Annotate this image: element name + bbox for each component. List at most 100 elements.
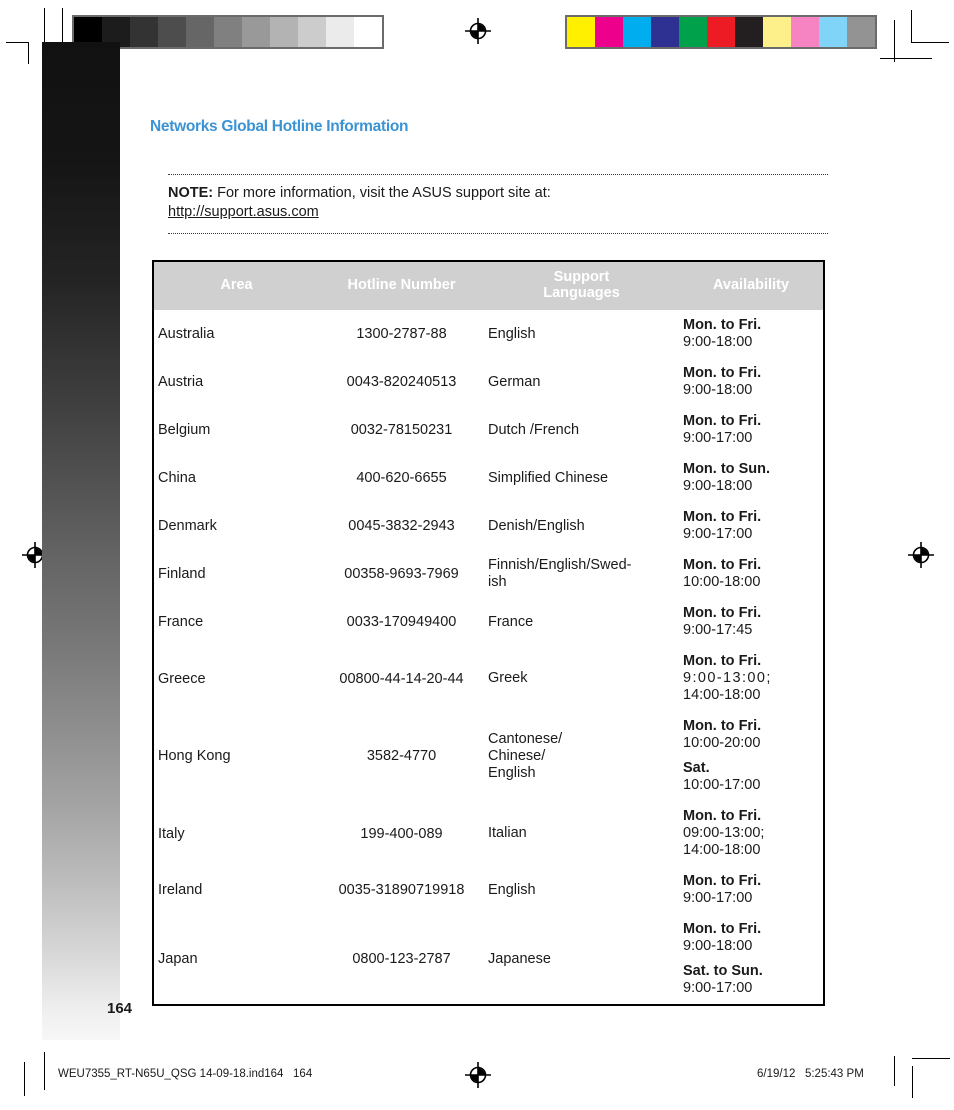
column-header-availability: Availability: [679, 262, 823, 310]
note-label: NOTE:: [168, 185, 214, 201]
table-row: Hong Kong 3582-4770 Cantonese/Chinese/Engl…: [154, 711, 823, 801]
table-row: Australia 1300-2787-88 English Mon. to Fri.…: [154, 310, 823, 358]
registration-mark-bottom: [465, 1062, 491, 1088]
grayscale-swatch-3: [158, 17, 186, 47]
color-swatch-6: [735, 17, 763, 47]
cell-availability: Mon. to Fri. 9:00-17:00: [679, 866, 823, 914]
page-number: 164: [107, 1000, 133, 1017]
cell-hotline-number: 0045-3832-2943: [348, 518, 455, 534]
cell-hotline-number: 0043-820240513: [346, 374, 457, 390]
language-line: Italian: [488, 825, 527, 841]
hotline-table-container: Area Hotline Number Support Languages Av…: [152, 260, 825, 1006]
cell-area: Belgium: [158, 422, 211, 438]
cell-support-languages: Denish/English: [484, 502, 679, 550]
availability-hours: 9:00-18:00: [683, 938, 753, 954]
table-row: Japan 0800-123-2787 Japanese Mon. to Fri. 9:…: [154, 914, 823, 1004]
availability-days: Mon. to Fri.: [683, 873, 762, 889]
cell-support-languages: English: [484, 310, 679, 358]
cell-support-languages: France: [484, 598, 679, 646]
availability-hours: 9:00-17:00: [683, 430, 753, 446]
grayscale-swatch-8: [298, 17, 326, 47]
availability-block: Mon. to Fri. 9:00-18:00: [683, 365, 819, 399]
availability-block: 14:00-18:00: [683, 842, 819, 859]
cell-support-languages: English: [484, 866, 679, 914]
support-site-link[interactable]: http://support.asus.com: [168, 204, 319, 220]
availability-hours: 9:00-13:00;: [683, 670, 772, 686]
color-swatch-10: [847, 17, 875, 47]
cell-availability: Mon. to Fri. 10:00-20:00 Sat. 10:00-17:00: [679, 711, 823, 801]
color-swatch-5: [707, 17, 735, 47]
crop-mark-top-left-vertical: [28, 42, 29, 64]
crop-mark-bottom-right-horizontal: [912, 1058, 950, 1059]
table-header-row: Area Hotline Number Support Languages Av…: [154, 262, 823, 310]
language-line: English: [488, 764, 536, 781]
availability-days: Mon. to Sun.: [683, 461, 770, 477]
availability-hours: 9:00-18:00: [683, 478, 753, 494]
availability-days: Mon. to Fri.: [683, 557, 762, 573]
cell-support-languages: Greek: [484, 646, 679, 711]
crop-mark-bottom-left-inner-vertical: [24, 1062, 25, 1096]
column-header-support-languages-line1: Support: [553, 269, 610, 285]
crop-mark-top-right-horizontal: [911, 42, 949, 43]
imposition-slug-filename: WEU7355_RT-N65U_QSG 14-09-18.ind164 164: [58, 1068, 313, 1080]
color-swatch-1: [595, 17, 623, 47]
table-row: China 400-620-6655 Simplified Chinese Mon. …: [154, 454, 823, 502]
color-calibration-strip: [565, 15, 877, 49]
table-header: Area Hotline Number Support Languages Av…: [154, 262, 823, 310]
language-line: Denish/English: [488, 517, 585, 534]
language-line: English: [488, 325, 536, 342]
availability-days: Mon. to Fri.: [683, 718, 762, 734]
note-text: For more information, visit the ASUS sup…: [217, 185, 551, 201]
cell-area: Greece: [158, 670, 206, 687]
page-edge-gradient-bar: [42, 42, 120, 1040]
cell-support-languages: Finnish/English/Swed-ish: [484, 550, 679, 598]
language-line: Greek: [488, 670, 528, 686]
availability-hours: 09:00-13:00;: [683, 825, 765, 841]
cell-availability: Mon. to Fri. 9:00-18:00 Sat. to Sun. 9:00-1…: [679, 914, 823, 1004]
language-line: English: [488, 881, 536, 898]
grayscale-swatch-4: [186, 17, 214, 47]
cell-hotline-number: 3582-4770: [366, 748, 437, 764]
cell-area: Japan: [158, 951, 198, 967]
language-line: Cantonese/: [488, 730, 563, 747]
cell-area: France: [158, 614, 204, 630]
crop-mark-bottom-left-vertical: [44, 1052, 45, 1090]
language-line: Chinese/: [488, 747, 546, 764]
grayscale-swatch-2: [130, 17, 158, 47]
column-header-support-languages-line2: Languages: [543, 285, 620, 301]
cell-area: Italy: [158, 825, 185, 842]
table-row: France 0033-170949400 France Mon. to Fri. 9:…: [154, 598, 823, 646]
availability-hours: 9:00-17:00: [683, 890, 753, 906]
availability-block: Mon. to Fri. 10:00-20:00: [683, 718, 819, 752]
grayscale-swatch-10: [354, 17, 382, 47]
grayscale-swatch-9: [326, 17, 354, 47]
column-header-support-languages: Support Languages: [484, 262, 679, 310]
cell-availability: Mon. to Fri. 9:00-18:00: [679, 310, 823, 358]
availability-block: Mon. to Fri. 9:00-17:00: [683, 413, 819, 447]
availability-days: Mon. to Fri.: [683, 413, 762, 429]
availability-block: Mon. to Sun. 9:00-18:00: [683, 461, 819, 495]
imposition-slug-timestamp: 6/19/12 5:25:43 PM: [757, 1068, 864, 1080]
column-header-hotline-number: Hotline Number: [319, 262, 484, 310]
page-title: Networks Global Hotline Information: [150, 118, 409, 135]
availability-hours: 9:00-17:00: [683, 980, 753, 996]
note-second-line: http://support.asus.com: [168, 203, 828, 222]
cell-availability: Mon. to Fri. 10:00-18:00: [679, 550, 823, 598]
availability-hours: 9:00-18:00: [683, 334, 753, 350]
availability-block: Mon. to Fri. 9:00-17:00: [683, 509, 819, 543]
availability-block: Sat. to Sun. 9:00-17:00: [683, 963, 819, 997]
table-row: Finland 00358-9693-7969 Finnish/English/Sw…: [154, 550, 823, 598]
availability-days: Mon. to Fri.: [683, 653, 762, 669]
cell-area: Hong Kong: [158, 748, 231, 764]
cell-hotline-number: 0035-31890719918: [338, 882, 465, 898]
registration-mark-top: [465, 18, 491, 44]
availability-hours: 9:00-17:45: [683, 622, 753, 638]
cell-availability: Mon. to Fri. 9:00-13:00; 14:00-18:00: [679, 646, 823, 711]
crop-mark-top-right-vertical: [911, 10, 912, 42]
cell-hotline-number: 00358-9693-7969: [344, 566, 459, 582]
color-swatch-4: [679, 17, 707, 47]
availability-block: Mon. to Fri. 9:00-18:00: [683, 317, 819, 351]
note-callout: NOTE: For more information, visit the AS…: [168, 174, 828, 234]
cell-support-languages: Dutch /French: [484, 406, 679, 454]
availability-hours: 10:00-18:00: [683, 574, 761, 590]
